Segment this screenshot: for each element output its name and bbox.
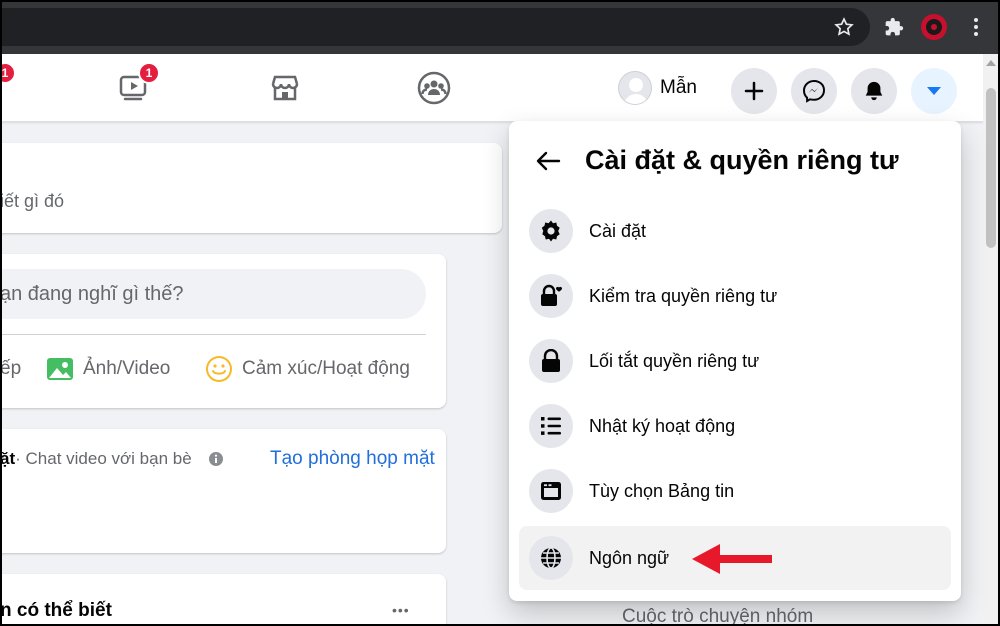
action-feeling-label: Cảm xúc/Hoạt động <box>242 358 410 379</box>
feed-icon <box>529 469 573 513</box>
facebook-header: 1 1 Mẫn <box>0 54 985 122</box>
menu-item-label: Ngôn ngữ <box>589 547 670 568</box>
menu-item-label: Tùy chọn Bảng tin <box>589 480 735 501</box>
more-options-icon[interactable]: ••• <box>392 602 410 618</box>
lock-icon <box>529 339 573 383</box>
browser-profile-avatar[interactable] <box>920 13 948 41</box>
bell-icon <box>865 81 883 101</box>
scroll-up-arrow-icon[interactable] <box>986 60 996 66</box>
browser-toolbar <box>0 0 1000 54</box>
lock-heart-icon <box>529 274 573 318</box>
menu-item-feed-preferences[interactable]: Tùy chọn Bảng tin <box>519 459 951 523</box>
notifications-button[interactable] <box>851 68 897 114</box>
rooms-description: · Chat video với bạn bè <box>15 449 192 468</box>
scrollbar-thumb[interactable] <box>986 88 996 248</box>
create-room-link[interactable]: Tạo phòng họp mặt <box>270 448 435 470</box>
settings-privacy-dropdown: Cài đặt & quyền riêng tư Cài đặt Kiểm tr… <box>509 121 961 601</box>
gear-icon <box>529 209 573 253</box>
action-photo-label: Ảnh/Video <box>83 358 171 379</box>
bookmark-star-icon[interactable] <box>830 13 858 41</box>
dropdown-title: Cài đặt & quyền riêng tư <box>585 145 899 175</box>
dropdown-header: Cài đặt & quyền riêng tư <box>535 145 899 176</box>
card-text: iết gì đó <box>0 191 65 211</box>
photo-icon <box>47 358 73 380</box>
address-bar[interactable] <box>0 8 870 46</box>
menu-item-privacy-shortcuts[interactable]: Lối tắt quyền riêng tư <box>519 329 951 393</box>
nav-home-icon[interactable]: 1 <box>0 62 16 108</box>
globe-icon <box>529 536 573 580</box>
menu-item-label: Nhật ký hoạt động <box>589 415 736 436</box>
menu-item-label: Lối tắt quyền riêng tư <box>589 350 760 371</box>
menu-item-label: Kiểm tra quyền riêng tư <box>589 285 778 306</box>
rooms-card: ặt · Chat video với bạn bè Tạo phòng họp… <box>0 429 446 553</box>
red-pointer-arrow-icon <box>692 544 772 574</box>
messenger-icon <box>802 79 826 103</box>
plus-icon <box>744 81 764 101</box>
rooms-header: ặt · Chat video với bạn bè <box>0 449 224 469</box>
nav-groups-icon[interactable] <box>414 68 454 108</box>
caret-down-icon <box>927 87 941 95</box>
group-chats-heading: Cuộc trò chuyện nhóm <box>622 606 814 626</box>
action-photo-video[interactable]: Ảnh/Video <box>45 354 170 384</box>
notification-badge: 1 <box>0 62 16 84</box>
profile-shortcut[interactable]: Mẫn <box>618 69 697 107</box>
people-you-may-know-card: n có thể biết ••• <box>0 574 446 626</box>
smiley-icon <box>206 356 232 382</box>
rooms-title-fragment: ặt <box>0 449 16 468</box>
divider <box>0 334 426 335</box>
nav-watch-icon[interactable]: 1 <box>114 62 160 108</box>
post-composer: ạn đang nghĩ gì thế? ếp Ảnh/Video Cảm xú… <box>0 254 446 408</box>
nav-marketplace-icon[interactable] <box>265 68 305 108</box>
extensions-puzzle-icon[interactable] <box>880 13 908 41</box>
composer-input[interactable]: ạn đang nghĩ gì thế? <box>0 269 426 319</box>
list-icon <box>529 404 573 448</box>
menu-item-label: Cài đặt <box>589 220 647 241</box>
action-live-video[interactable]: ếp <box>0 358 21 380</box>
menu-item-settings[interactable]: Cài đặt <box>519 199 951 263</box>
browser-menu-icon[interactable] <box>962 13 990 41</box>
action-feeling[interactable]: Cảm xúc/Hoạt động <box>204 354 410 384</box>
people-title: n có thể biết <box>0 600 112 621</box>
watch-badge: 1 <box>138 62 160 84</box>
info-icon[interactable] <box>208 451 224 467</box>
profile-name: Mẫn <box>660 77 697 98</box>
messenger-button[interactable] <box>791 68 837 114</box>
create-button[interactable] <box>731 68 777 114</box>
menu-item-privacy-checkup[interactable]: Kiểm tra quyền riêng tư <box>519 264 951 328</box>
action-live-label: ếp <box>0 358 22 379</box>
account-menu-button[interactable] <box>911 68 957 114</box>
feed-card-top: iết gì đó <box>0 143 502 233</box>
back-arrow-icon[interactable] <box>535 151 561 171</box>
avatar <box>618 71 652 105</box>
menu-item-activity-log[interactable]: Nhật ký hoạt động <box>519 394 951 458</box>
composer-placeholder: ạn đang nghĩ gì thế? <box>0 282 184 305</box>
